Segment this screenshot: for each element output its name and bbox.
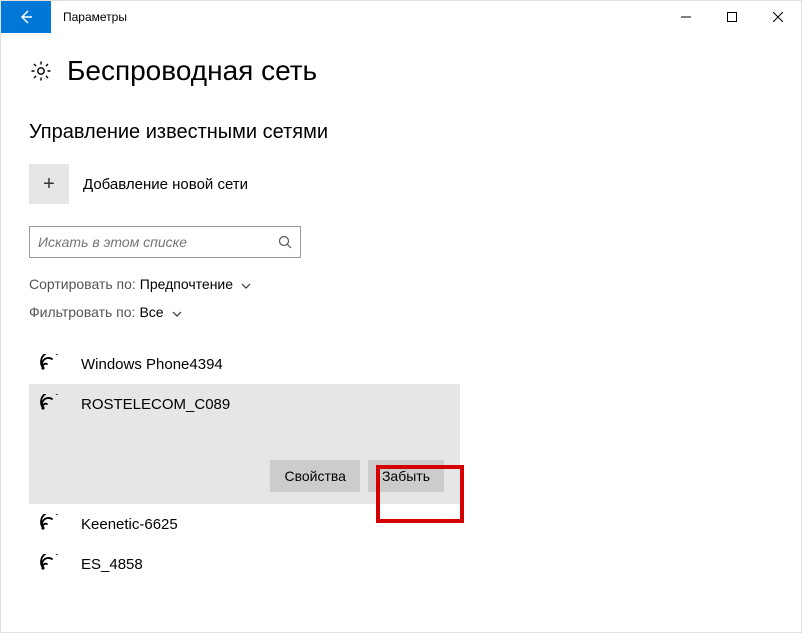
- search-input[interactable]: [30, 234, 270, 250]
- close-icon: [773, 12, 783, 22]
- wifi-icon: [37, 394, 65, 414]
- filter-label: Фильтровать по:: [29, 304, 135, 320]
- sort-label: Сортировать по:: [29, 276, 136, 292]
- search-box[interactable]: [29, 226, 301, 258]
- network-actions: Свойства Забыть: [37, 460, 452, 492]
- maximize-button[interactable]: [709, 1, 755, 33]
- network-name: Windows Phone4394: [81, 356, 223, 373]
- section-title: Управление известными сетями: [29, 121, 773, 144]
- settings-window: Параметры: [0, 0, 802, 633]
- add-network-label: Добавление новой сети: [83, 176, 248, 193]
- wifi-icon: [37, 514, 65, 534]
- sort-dropdown[interactable]: Сортировать по: Предпочтение: [29, 276, 773, 292]
- sort-value: Предпочтение: [140, 276, 233, 292]
- close-button[interactable]: [755, 1, 801, 33]
- search-icon[interactable]: [270, 235, 300, 249]
- properties-button[interactable]: Свойства: [270, 460, 359, 492]
- titlebar: Параметры: [1, 1, 801, 33]
- page-header: Беспроводная сеть: [29, 55, 773, 87]
- wifi-icon: [37, 354, 65, 374]
- window-controls: [663, 1, 801, 33]
- network-list: Windows Phone4394 ROSTELECOM_C089 Свойст…: [29, 344, 773, 584]
- minimize-button[interactable]: [663, 1, 709, 33]
- network-item[interactable]: Windows Phone4394: [29, 344, 773, 384]
- content-area: Беспроводная сеть Управление известными …: [1, 33, 801, 584]
- window-title: Параметры: [63, 10, 127, 24]
- network-name: Keenetic-6625: [81, 516, 178, 533]
- add-network-row[interactable]: + Добавление новой сети: [29, 164, 773, 204]
- network-name: ES_4858: [81, 556, 143, 573]
- page-title: Беспроводная сеть: [67, 55, 317, 87]
- arrow-left-icon: [18, 9, 34, 25]
- network-item-selected[interactable]: ROSTELECOM_C089 Свойства Забыть: [29, 384, 460, 504]
- network-name: ROSTELECOM_C089: [81, 396, 230, 413]
- network-item[interactable]: ES_4858: [29, 544, 773, 584]
- maximize-icon: [727, 12, 737, 22]
- plus-icon: +: [29, 164, 69, 204]
- forget-button[interactable]: Забыть: [368, 460, 444, 492]
- chevron-down-icon: [172, 304, 182, 320]
- back-button[interactable]: [1, 1, 51, 33]
- minimize-icon: [681, 12, 691, 22]
- filter-value: Все: [139, 304, 163, 320]
- filter-dropdown[interactable]: Фильтровать по: Все: [29, 304, 773, 320]
- chevron-down-icon: [241, 276, 251, 292]
- gear-icon: [29, 59, 53, 83]
- network-item[interactable]: Keenetic-6625: [29, 504, 773, 544]
- wifi-icon: [37, 554, 65, 574]
